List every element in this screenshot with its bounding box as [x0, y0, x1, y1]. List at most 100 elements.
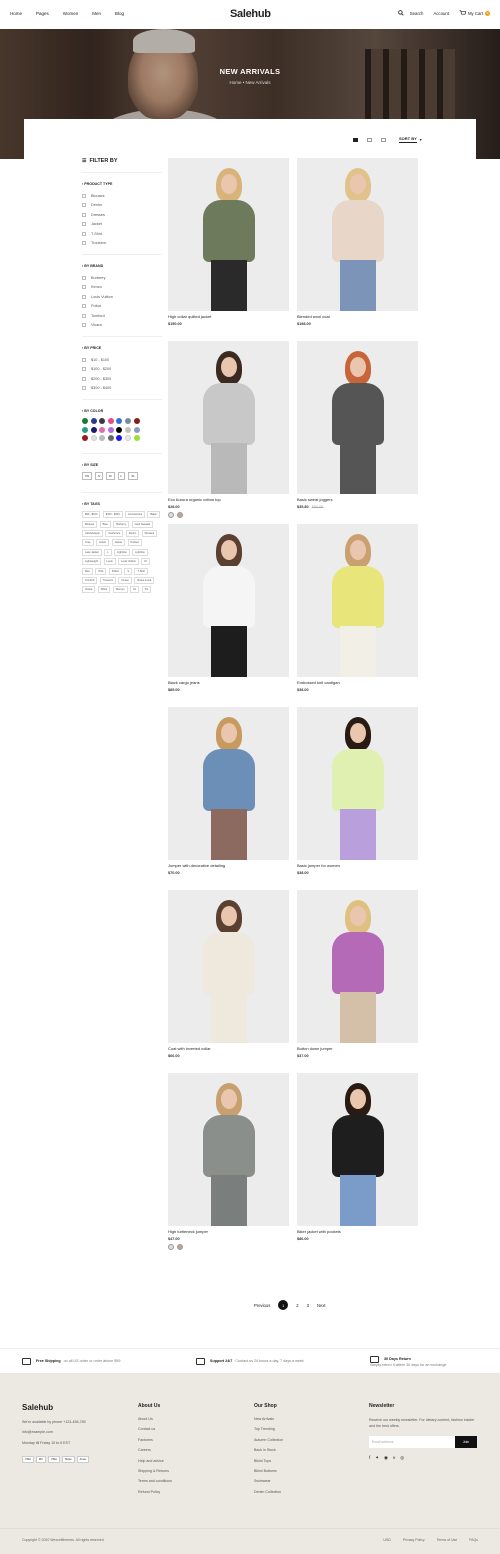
- product-card[interactable]: Basic jumper for women $38.00: [297, 707, 418, 875]
- list-view-icon[interactable]: [381, 137, 386, 142]
- tag-chip[interactable]: Lightweight: [82, 558, 102, 566]
- tag-chip[interactable]: Lace Jacket: [82, 548, 102, 556]
- tag-chip[interactable]: Pink: [95, 567, 107, 575]
- footer-bottom-link[interactable]: Privacy Policy: [403, 1538, 425, 1542]
- color-swatch[interactable]: [133, 418, 140, 424]
- footer-link[interactable]: Denim Collection: [254, 1490, 283, 1500]
- nav-pages[interactable]: Pages: [36, 11, 49, 16]
- newsletter-join-button[interactable]: Join: [455, 1436, 477, 1448]
- color-swatch[interactable]: [99, 426, 106, 433]
- instagram-icon[interactable]: ◎: [400, 1455, 404, 1461]
- product-image[interactable]: [297, 341, 418, 494]
- product-image[interactable]: [168, 707, 289, 860]
- color-swatch[interactable]: [107, 435, 114, 442]
- product-card[interactable]: Button down jumper $37.00: [297, 890, 418, 1058]
- checkbox[interactable]: [82, 212, 86, 217]
- filter-option[interactable]: $200 - $300: [82, 374, 162, 384]
- footer-logo[interactable]: Salehub: [22, 1403, 89, 1412]
- tag-chip[interactable]: Accessories: [125, 511, 146, 519]
- cart-icon[interactable]: [459, 10, 466, 16]
- checkbox[interactable]: [82, 231, 86, 236]
- chevron-down-icon[interactable]: ▾: [420, 137, 422, 142]
- product-name[interactable]: Jumper with decorative detailing: [168, 863, 289, 868]
- product-card[interactable]: Eco Aurora organic cotton top $28.00: [168, 341, 289, 518]
- product-card[interactable]: High collar quilted jacket $150.00: [168, 158, 289, 326]
- color-swatch[interactable]: [116, 426, 123, 433]
- tag-chip[interactable]: Lightline: [114, 548, 130, 556]
- footer-link[interactable]: Autumn Collection: [254, 1438, 283, 1448]
- footer-link[interactable]: Bikini Bottoms: [254, 1469, 283, 1479]
- filter-option[interactable]: Vivara: [82, 321, 162, 331]
- tag-chip[interactable]: Green: [96, 539, 110, 547]
- tag-chip[interactable]: Louis: [103, 558, 116, 566]
- color-swatch[interactable]: [82, 418, 88, 424]
- product-name[interactable]: Coat with inverted collar: [168, 1046, 289, 1051]
- size-option[interactable]: S: [95, 472, 104, 481]
- color-swatch[interactable]: [90, 435, 97, 442]
- search-link[interactable]: Search: [410, 11, 424, 16]
- checkbox[interactable]: [82, 376, 86, 381]
- checkbox[interactable]: [82, 285, 86, 290]
- nav-blog[interactable]: Blog: [115, 11, 124, 16]
- footer-link[interactable]: Swimwear: [254, 1479, 283, 1489]
- tag-chip[interactable]: L: [104, 548, 112, 556]
- filter-option[interactable]: Trousers: [82, 239, 162, 249]
- checkbox[interactable]: [82, 222, 86, 227]
- tag-chip[interactable]: Police: [108, 567, 122, 575]
- account-link[interactable]: Account: [433, 11, 449, 16]
- product-image[interactable]: [297, 890, 418, 1043]
- checkbox[interactable]: [82, 193, 86, 198]
- tag-chip[interactable]: Burberry: [113, 520, 130, 528]
- checkbox[interactable]: [82, 275, 86, 280]
- tag-chip[interactable]: Knitted: [127, 539, 142, 547]
- currency-select[interactable]: USD: [383, 1538, 390, 1542]
- swatch[interactable]: [168, 1244, 174, 1250]
- product-image[interactable]: [168, 1073, 289, 1226]
- product-image[interactable]: [297, 524, 418, 677]
- nav-home[interactable]: Home: [10, 11, 22, 16]
- filter-option[interactable]: Tomford: [82, 311, 162, 321]
- product-card[interactable]: Jumper with decorative detailing $70.00: [168, 707, 289, 875]
- tag-chip[interactable]: Blouses: [82, 520, 98, 528]
- tag-chip[interactable]: Trousers: [99, 576, 116, 584]
- color-swatch[interactable]: [90, 426, 97, 433]
- filter-option[interactable]: $100 - $200: [82, 365, 162, 375]
- footer-link[interactable]: Terms and conditions: [138, 1479, 172, 1489]
- checkbox[interactable]: [82, 323, 86, 328]
- footer-link[interactable]: Bikini Tops: [254, 1459, 283, 1469]
- footer-bottom-link[interactable]: FAQs: [469, 1538, 478, 1542]
- filter-option[interactable]: Jacket: [82, 220, 162, 230]
- tag-chip[interactable]: Dresses: [141, 529, 158, 537]
- swatch[interactable]: [177, 1244, 183, 1250]
- product-name[interactable]: Black cargo jeans: [168, 680, 289, 685]
- swatch[interactable]: [177, 512, 183, 518]
- checkbox[interactable]: [82, 241, 86, 246]
- filter-option[interactable]: Louis Vuitton: [82, 292, 162, 302]
- checkbox[interactable]: [82, 367, 86, 372]
- product-name[interactable]: Basic sweat joggers: [297, 497, 418, 502]
- product-name[interactable]: High collar quilted jacket: [168, 314, 289, 319]
- size-option[interactable]: M: [106, 472, 115, 481]
- product-name[interactable]: Basic jumper for women: [297, 863, 418, 868]
- grid-2-view-icon[interactable]: [353, 137, 358, 142]
- product-name[interactable]: Button down jumper: [297, 1046, 418, 1051]
- tag-chip[interactable]: Black: [147, 511, 160, 519]
- color-swatch[interactable]: [133, 435, 140, 442]
- facebook-icon[interactable]: f: [369, 1455, 370, 1461]
- pinterest-icon[interactable]: ◉: [384, 1455, 388, 1461]
- footer-bottom-link[interactable]: Terms of Use: [437, 1538, 458, 1542]
- filter-option[interactable]: $10 - $100: [82, 355, 162, 365]
- tag-chip[interactable]: Gray: [82, 539, 94, 547]
- footer-email[interactable]: info@example.com: [22, 1430, 89, 1440]
- vimeo-icon[interactable]: v: [393, 1455, 395, 1461]
- filter-option[interactable]: Kenzo: [82, 283, 162, 293]
- color-swatch[interactable]: [107, 426, 114, 433]
- tag-chip[interactable]: White: [97, 586, 111, 594]
- checkbox[interactable]: [82, 313, 86, 318]
- color-swatch[interactable]: [99, 418, 106, 424]
- filter-option[interactable]: Blouses: [82, 191, 162, 201]
- color-swatch[interactable]: [82, 426, 88, 433]
- tag-chip[interactable]: XS: [141, 586, 152, 594]
- footer-link[interactable]: Back in Stock: [254, 1448, 283, 1458]
- nav-men[interactable]: Men: [92, 11, 101, 16]
